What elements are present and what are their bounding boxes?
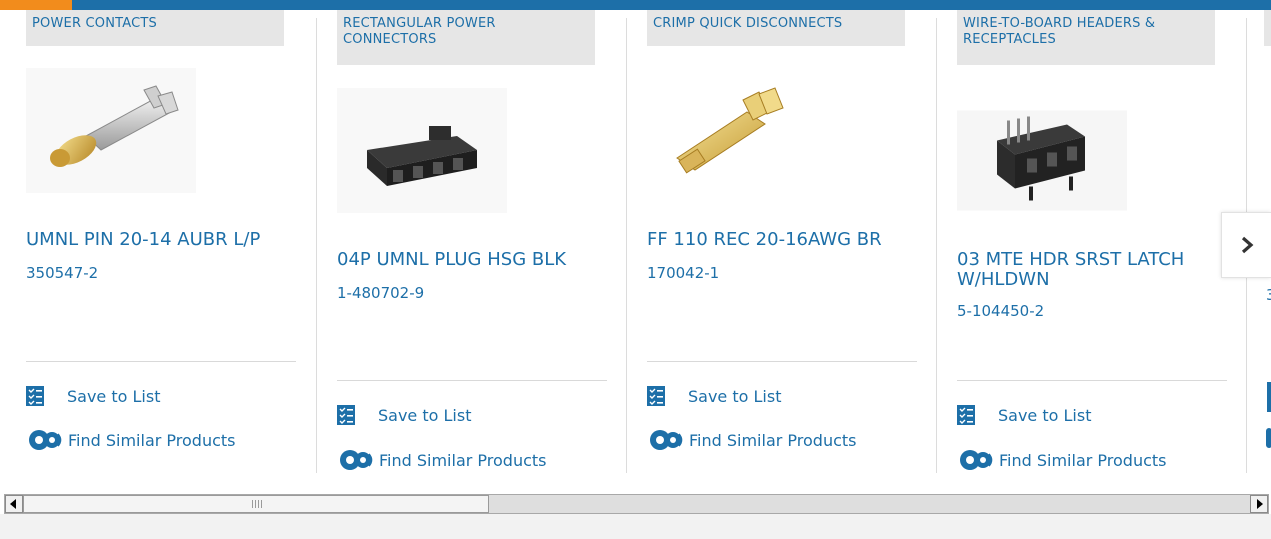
gears-icon bbox=[960, 450, 993, 470]
carousel-next-button[interactable] bbox=[1221, 212, 1271, 278]
product-title-link[interactable]: 03 MTE HDR SRST LATCH W/HLDWN bbox=[957, 250, 1222, 290]
save-to-list-label: Save to List bbox=[67, 386, 161, 406]
product-carousel: POWER CONTACTS UMNL PIN 20-14 AUBR L/P 3… bbox=[0, 10, 1271, 484]
product-card: POWER CONTACTS UMNL PIN 20-14 AUBR L/P 3… bbox=[26, 10, 296, 484]
product-image-rectangular-connector[interactable] bbox=[337, 88, 507, 213]
find-similar-products-link[interactable]: Find Similar Products bbox=[337, 448, 547, 472]
product-image-header[interactable] bbox=[957, 98, 1127, 223]
part-number-link[interactable]: 5-104450-2 bbox=[957, 302, 1044, 320]
checklist-icon[interactable] bbox=[1267, 382, 1271, 412]
chevron-right-icon bbox=[1241, 236, 1253, 254]
part-number-link[interactable]: 1-480702-9 bbox=[337, 284, 424, 302]
product-title-link[interactable]: 04P UMNL PLUG HSG BLK bbox=[337, 250, 602, 270]
find-similar-products-link[interactable]: Find Similar Products bbox=[647, 428, 857, 452]
product-card: RECTANGULAR POWER CONNECTORS 04P UMNL PL… bbox=[337, 10, 607, 484]
divider bbox=[337, 380, 607, 381]
footer-band bbox=[0, 514, 1271, 539]
part-number-link[interactable]: 350547-2 bbox=[26, 264, 98, 282]
part-number-link[interactable]: 170042-1 bbox=[647, 264, 719, 282]
horizontal-scrollbar[interactable] bbox=[4, 494, 1269, 514]
find-similar-label: Find Similar Products bbox=[379, 450, 547, 470]
category-tag[interactable]: CRIMP QUICK DISCONNECTS bbox=[647, 10, 905, 46]
product-title-link[interactable]: UMNL PIN 20-14 AUBR L/P bbox=[26, 230, 291, 250]
save-to-list-button[interactable]: Save to List bbox=[26, 385, 160, 407]
category-tag[interactable]: WIRE-TO-BOARD HEADERS & RECEPTACLES bbox=[957, 10, 1215, 65]
product-image-quick-disconnect[interactable] bbox=[647, 70, 817, 195]
find-similar-label: Find Similar Products bbox=[689, 430, 857, 450]
save-to-list-label: Save to List bbox=[998, 405, 1092, 425]
card-separator bbox=[936, 18, 937, 473]
find-similar-label: Find Similar Products bbox=[999, 450, 1167, 470]
save-to-list-button[interactable]: Save to List bbox=[647, 385, 781, 407]
find-similar-products-link[interactable]: Find Similar Products bbox=[957, 448, 1167, 472]
scrollbar-grip bbox=[252, 500, 262, 508]
category-tag bbox=[1264, 10, 1271, 46]
find-similar-products-link[interactable]: Find Similar Products bbox=[26, 428, 236, 452]
gears-icon bbox=[650, 430, 683, 450]
checklist-icon bbox=[647, 386, 665, 406]
scroll-left-button[interactable] bbox=[5, 495, 23, 513]
save-to-list-label: Save to List bbox=[378, 405, 472, 425]
save-to-list-button[interactable]: Save to List bbox=[957, 404, 1091, 426]
card-separator bbox=[626, 18, 627, 473]
top-accent-bar bbox=[0, 0, 1271, 10]
scroll-left-arrow-icon bbox=[10, 499, 16, 509]
checklist-icon bbox=[337, 405, 355, 425]
checklist-icon bbox=[957, 405, 975, 425]
category-tag[interactable]: POWER CONTACTS bbox=[26, 10, 284, 46]
category-tag[interactable]: RECTANGULAR POWER CONNECTORS bbox=[337, 10, 595, 65]
save-to-list-label: Save to List bbox=[688, 386, 782, 406]
gears-icon bbox=[29, 430, 62, 450]
checklist-icon bbox=[26, 386, 44, 406]
save-to-list-button[interactable]: Save to List bbox=[337, 404, 471, 426]
divider bbox=[26, 361, 296, 362]
part-number-link[interactable]: 3 bbox=[1266, 286, 1271, 304]
find-similar-label: Find Similar Products bbox=[68, 430, 236, 450]
gears-icon[interactable] bbox=[1266, 428, 1271, 448]
product-card: CRIMP QUICK DISCONNECTS FF 110 REC 20-16… bbox=[647, 10, 917, 484]
top-accent-orange bbox=[0, 0, 72, 10]
scroll-right-button[interactable] bbox=[1250, 495, 1268, 513]
product-card: WIRE-TO-BOARD HEADERS & RECEPTACLES 03 M… bbox=[957, 10, 1227, 484]
scrollbar-thumb[interactable] bbox=[23, 495, 489, 513]
card-separator bbox=[316, 18, 317, 473]
product-title-link[interactable]: FF 110 REC 20-16AWG BR bbox=[647, 230, 912, 250]
product-image-power-contact[interactable] bbox=[26, 68, 196, 193]
scroll-right-arrow-icon bbox=[1257, 499, 1263, 509]
divider bbox=[957, 380, 1227, 381]
gears-icon bbox=[340, 450, 373, 470]
divider bbox=[647, 361, 917, 362]
